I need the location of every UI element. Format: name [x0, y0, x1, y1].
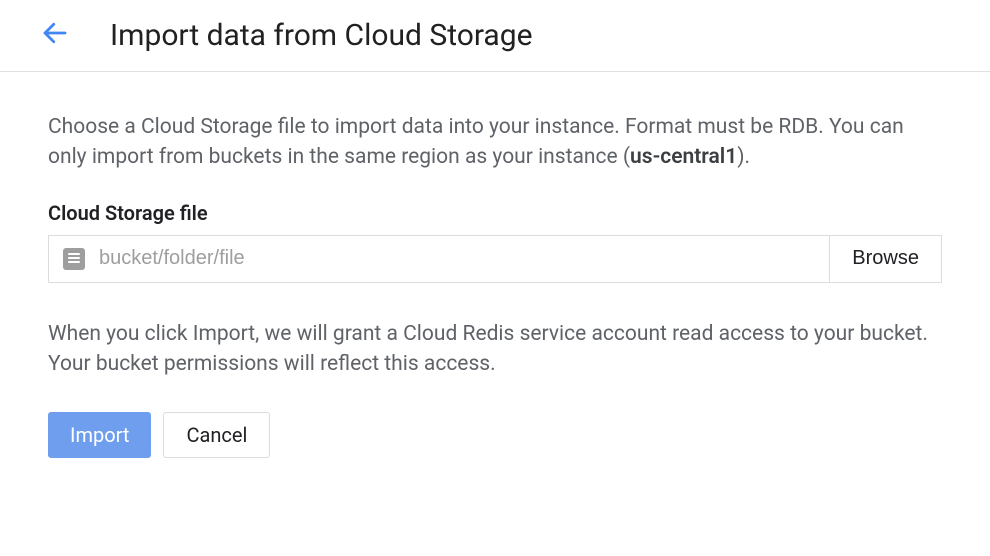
page-title: Import data from Cloud Storage [110, 18, 532, 53]
action-buttons: Import Cancel [48, 412, 942, 458]
region-name: us-central1 [630, 145, 737, 169]
field-label: Cloud Storage file [48, 201, 942, 225]
back-arrow-icon[interactable] [40, 18, 70, 53]
file-path-input[interactable] [99, 247, 815, 270]
description-part1: Choose a Cloud Storage file to import da… [48, 115, 904, 169]
description-text: Choose a Cloud Storage file to import da… [48, 112, 942, 173]
import-button[interactable]: Import [48, 412, 151, 458]
browse-button[interactable]: Browse [829, 235, 942, 283]
access-note: When you click Import, we will grant a C… [48, 319, 942, 380]
file-input-row: Browse [48, 235, 942, 283]
file-icon [63, 248, 85, 270]
page-header: Import data from Cloud Storage [0, 0, 990, 72]
cancel-button[interactable]: Cancel [163, 412, 270, 458]
file-input-wrapper [48, 235, 830, 283]
description-part2: ). [737, 145, 750, 169]
content-area: Choose a Cloud Storage file to import da… [0, 72, 990, 458]
